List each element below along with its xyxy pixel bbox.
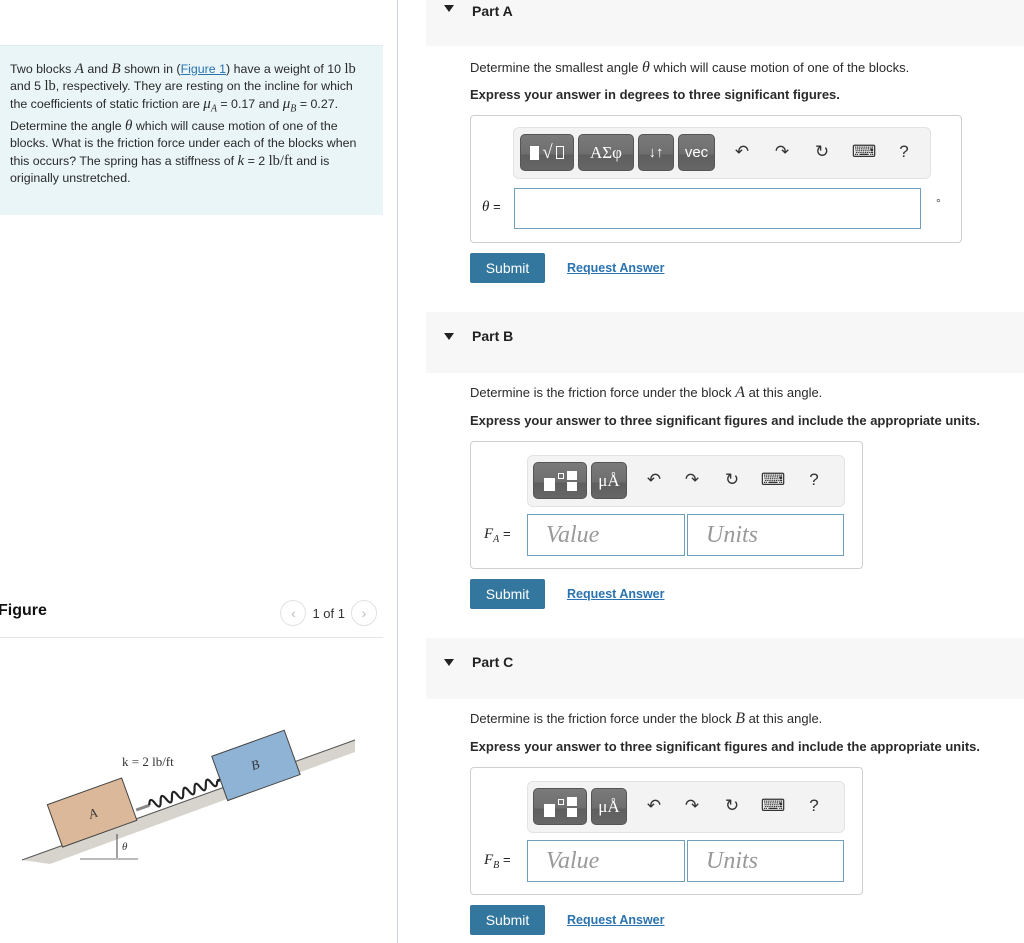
fa-value-field[interactable] [527, 514, 685, 556]
units-symbols-button[interactable]: μÅ [591, 788, 627, 825]
part-c-math-toolbar: μÅ ↶ ↷ ↻ ⌨ ? [527, 781, 845, 833]
fa-value-input[interactable] [528, 515, 684, 555]
part-b-title: Part B [472, 328, 514, 344]
column-divider [397, 0, 398, 943]
fb-value-input[interactable] [528, 841, 684, 881]
part-c-header[interactable]: Part C [426, 638, 1024, 699]
chevron-left-icon: ‹ [291, 605, 296, 621]
part-c-request-answer-link[interactable]: Request Answer [567, 913, 664, 927]
collapse-triangle-icon[interactable] [444, 659, 454, 666]
redo-icon[interactable]: ↷ [680, 468, 704, 492]
theta-label: θ = [482, 199, 501, 215]
part-c-title: Part C [472, 654, 514, 670]
help-icon[interactable]: ? [892, 140, 916, 164]
templates-icon [543, 470, 577, 491]
degree-unit: ° [936, 196, 941, 210]
chevron-right-icon: › [361, 605, 367, 621]
redo-icon[interactable]: ↷ [680, 794, 704, 818]
theta-input[interactable] [515, 189, 920, 228]
fb-value-field[interactable] [527, 840, 685, 882]
figure-pager: ‹ 1 of 1 › [280, 600, 377, 626]
part-c-submit-button[interactable]: Submit [470, 905, 545, 935]
angle-label: θ [122, 841, 128, 853]
spring-label: k = 2 lb/ft [122, 754, 174, 769]
prev-figure-button[interactable]: ‹ [280, 600, 307, 626]
block-b: B [211, 729, 301, 802]
part-a-header[interactable]: Part A [426, 0, 1024, 46]
vector-button[interactable]: vec [678, 134, 715, 171]
templates-button[interactable] [533, 788, 587, 825]
left-panel: Two blocks A and B shown in (Figure 1) h… [0, 0, 397, 943]
reset-icon[interactable]: ↻ [720, 468, 744, 492]
collapse-triangle-icon[interactable] [444, 333, 454, 340]
keyboard-icon[interactable]: ⌨ [761, 468, 786, 492]
reset-icon[interactable]: ↻ [810, 140, 834, 164]
templates-button[interactable] [533, 462, 587, 499]
part-c-answer-box: μÅ ↶ ↷ ↻ ⌨ ? FB = [470, 767, 863, 895]
part-b-submit-button[interactable]: Submit [470, 579, 545, 609]
reset-icon[interactable]: ↻ [720, 794, 744, 818]
page: Two blocks A and B shown in (Figure 1) h… [0, 0, 1024, 943]
undo-icon[interactable]: ↶ [730, 140, 754, 164]
greek-symbols-button[interactable]: ΑΣφ [578, 134, 634, 171]
subscript-superscript-button[interactable]: ↓↑ [638, 134, 674, 171]
part-c-instruction: Express your answer to three significant… [470, 739, 980, 754]
fraction-root-icon: √ [530, 142, 564, 164]
math-b: B [111, 61, 121, 77]
part-a-submit-button[interactable]: Submit [470, 253, 545, 283]
part-a-answer-box: √ ΑΣφ ↓↑ vec ↶ ↷ ↻ ⌨ ? θ = ° [470, 115, 962, 243]
figure-title: Figure [0, 602, 47, 619]
undo-icon[interactable]: ↶ [642, 468, 666, 492]
part-b-header[interactable]: Part B [426, 312, 1024, 373]
math-a: A [74, 61, 84, 77]
templates-button[interactable]: √ [520, 134, 574, 171]
part-a-title: Part A [472, 3, 513, 19]
next-figure-button[interactable]: › [351, 600, 377, 626]
incline-figure: θ A k = 2 lb/ft B [21, 729, 356, 864]
part-a-instruction: Express your answer in degrees to three … [470, 87, 840, 102]
fb-units-field[interactable] [687, 840, 844, 882]
part-c-question: Determine is the friction force under th… [470, 710, 823, 727]
help-icon[interactable]: ? [802, 794, 826, 818]
figure-header: Figure ‹ 1 of 1 › [0, 598, 383, 638]
pager-text: 1 of 1 [312, 605, 345, 621]
part-b-instruction: Express your answer to three significant… [470, 413, 980, 428]
fa-label: FA = [484, 526, 511, 545]
part-b-request-answer-link[interactable]: Request Answer [567, 587, 664, 601]
fa-units-input[interactable] [688, 515, 843, 555]
collapse-triangle-icon[interactable] [444, 5, 454, 12]
redo-icon[interactable]: ↷ [770, 140, 794, 164]
part-a-math-toolbar: √ ΑΣφ ↓↑ vec ↶ ↷ ↻ ⌨ ? [513, 127, 931, 179]
undo-icon[interactable]: ↶ [642, 794, 666, 818]
part-a-question: Determine the smallest angle θ which wil… [470, 59, 910, 76]
keyboard-icon[interactable]: ⌨ [761, 794, 786, 818]
figure-link[interactable]: Figure 1 [181, 62, 226, 76]
part-b-answer-box: μÅ ↶ ↷ ↻ ⌨ ? FA = [470, 441, 863, 569]
keyboard-icon[interactable]: ⌨ [852, 140, 877, 164]
units-symbols-button[interactable]: μÅ [591, 462, 627, 499]
problem-statement: Two blocks A and B shown in (Figure 1) h… [0, 45, 383, 215]
part-b-question: Determine is the friction force under th… [470, 384, 823, 401]
part-a-request-answer-link[interactable]: Request Answer [567, 261, 664, 275]
fa-units-field[interactable] [687, 514, 844, 556]
fb-units-input[interactable] [688, 841, 843, 881]
templates-icon [543, 796, 577, 817]
part-b-math-toolbar: μÅ ↶ ↷ ↻ ⌨ ? [527, 455, 845, 507]
theta-answer-field[interactable] [514, 188, 921, 229]
help-icon[interactable]: ? [802, 468, 826, 492]
fb-label: FB = [484, 852, 511, 871]
